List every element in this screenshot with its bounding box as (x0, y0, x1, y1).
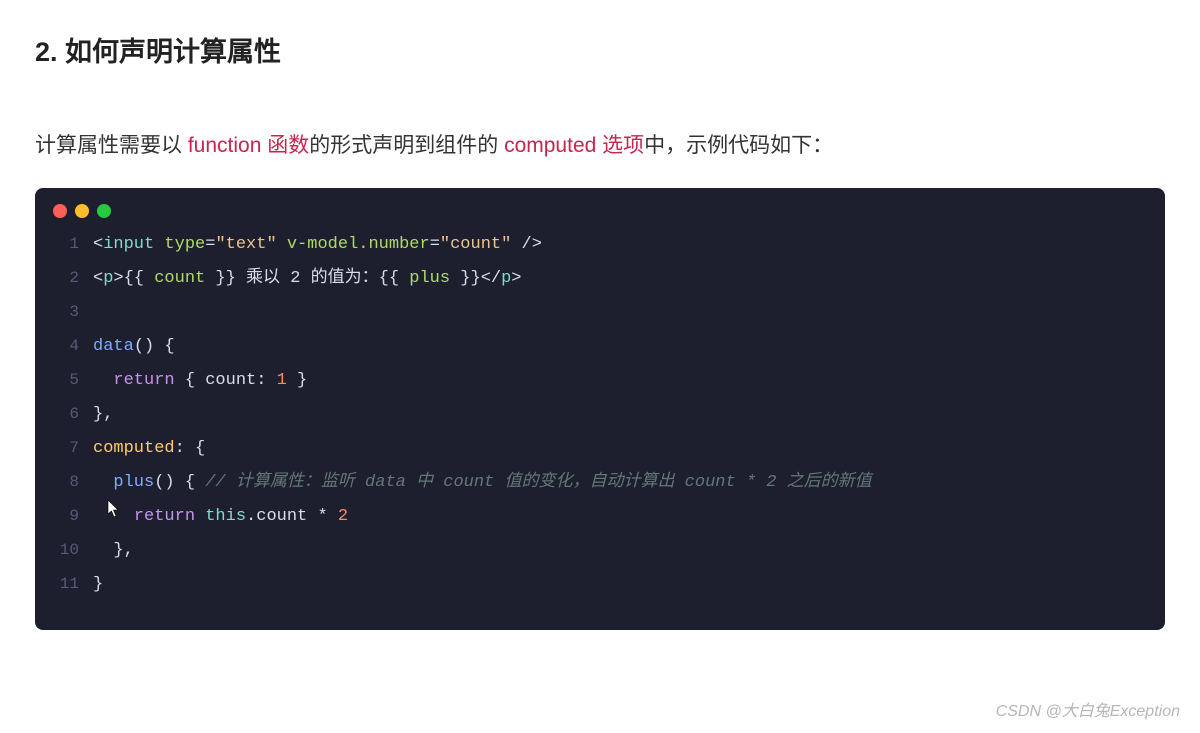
code-lines: 1 <input type="text" v-model.number="cou… (35, 228, 1165, 610)
line-number: 11 (47, 576, 79, 592)
watermark: CSDN @大白兔Exception (996, 697, 1180, 721)
intro-text-2: 的形式声明到组件的 (309, 134, 504, 157)
code-line: 7 computed: { (47, 440, 1153, 474)
line-number: 2 (47, 270, 79, 286)
intro-paragraph: 计算属性需要以 function 函数的形式声明到组件的 computed 选项… (35, 129, 1165, 163)
code-line: 4 data() { (47, 338, 1153, 372)
code-text: }, (93, 406, 113, 423)
intro-text-3: 中，示例代码如下： (644, 134, 833, 157)
code-block: 1 <input type="text" v-model.number="cou… (35, 188, 1165, 630)
intro-text-1: 计算属性需要以 (35, 134, 188, 157)
code-text: return this.count * 2 (93, 508, 348, 525)
line-number: 5 (47, 372, 79, 388)
code-line: 8 plus() { // 计算属性：监听 data 中 count 值的变化，… (47, 474, 1153, 508)
section-heading: 2. 如何声明计算属性 (35, 30, 1165, 69)
window-titlebar (35, 188, 1165, 228)
line-number: 3 (47, 304, 79, 320)
code-line: 5 return { count: 1 } (47, 372, 1153, 406)
code-text: plus() { // 计算属性：监听 data 中 count 值的变化，自动… (93, 474, 872, 491)
code-line: 1 <input type="text" v-model.number="cou… (47, 236, 1153, 270)
code-text: <input type="text" v-model.number="count… (93, 236, 542, 253)
code-line: 6 }, (47, 406, 1153, 440)
line-number: 7 (47, 440, 79, 456)
maximize-icon (97, 204, 111, 218)
minimize-icon (75, 204, 89, 218)
code-line: 9 return this.count * 2 (47, 508, 1153, 542)
keyword-function: function 函数 (188, 134, 309, 157)
line-number: 8 (47, 474, 79, 490)
code-text: data() { (93, 338, 175, 355)
line-number: 1 (47, 236, 79, 252)
code-text: computed: { (93, 440, 205, 457)
line-number: 6 (47, 406, 79, 422)
code-text: } (93, 576, 103, 593)
code-line: 11 } (47, 576, 1153, 610)
code-line: 10 }, (47, 542, 1153, 576)
code-text: <p>{{ count }} 乘以 2 的值为：{{ plus }}</p> (93, 270, 522, 287)
line-number: 10 (47, 542, 79, 558)
close-icon (53, 204, 67, 218)
code-text: return { count: 1 } (93, 372, 307, 389)
keyword-computed: computed 选项 (504, 134, 644, 157)
code-line: 2 <p>{{ count }} 乘以 2 的值为：{{ plus }}</p> (47, 270, 1153, 304)
line-number: 4 (47, 338, 79, 354)
line-number: 9 (47, 508, 79, 524)
code-text: }, (93, 542, 134, 559)
code-line: 3 (47, 304, 1153, 338)
